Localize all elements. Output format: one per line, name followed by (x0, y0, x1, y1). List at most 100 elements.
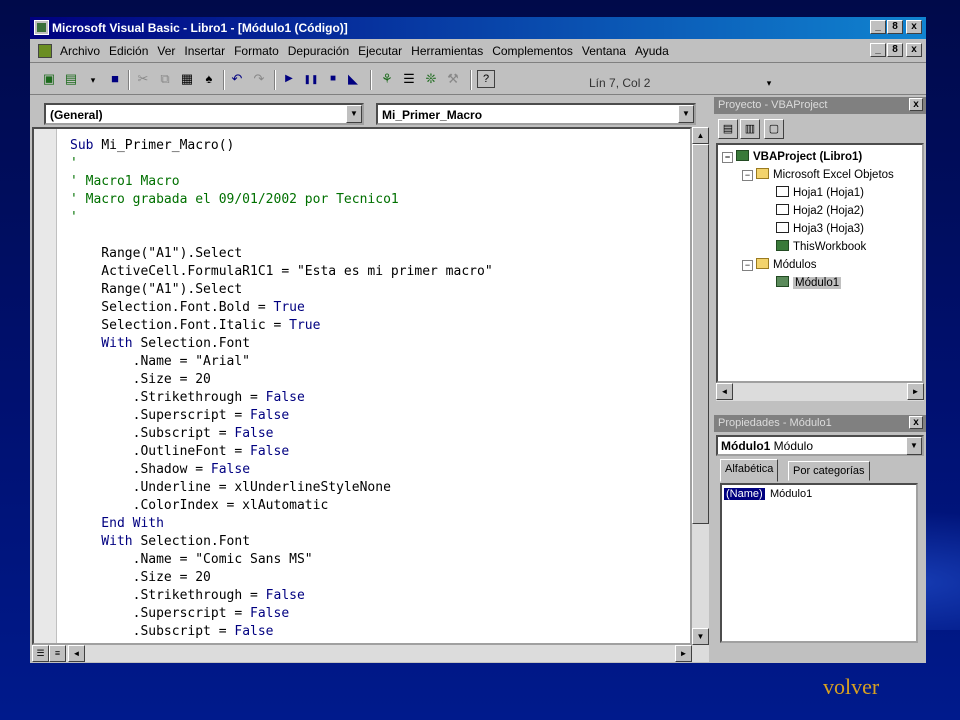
doc-minimize-button[interactable]: _ (870, 43, 886, 57)
tree-node-label: ThisWorkbook (793, 241, 867, 253)
properties-titlebar: Propiedades - Módulo1 x (714, 415, 926, 432)
code-token: .Superscript = (70, 408, 251, 423)
code-keyword: False (250, 444, 290, 459)
tree-node-modulos[interactable]: − Módulos (742, 258, 816, 271)
design-mode-icon[interactable]: ◣ (344, 70, 362, 88)
menu-edicion[interactable]: Edición (109, 44, 148, 58)
tree-node-modulo1[interactable]: Módulo1 (776, 276, 842, 289)
scroll-down-icon[interactable]: ▼ (692, 628, 709, 645)
volver-link[interactable]: volver (823, 674, 879, 700)
object-browser-icon[interactable]: ❊ (422, 70, 440, 88)
collapse-icon[interactable]: − (742, 260, 753, 271)
properties-close-button[interactable]: x (909, 416, 923, 429)
procedure-combo[interactable]: Mi_Primer_Macro ▼ (376, 103, 696, 125)
tree-node-thisworkbook[interactable]: ThisWorkbook (776, 240, 866, 253)
menu-complementos[interactable]: Complementos (492, 44, 573, 58)
menu-insertar[interactable]: Insertar (184, 44, 225, 58)
procedure-combo-arrow-icon[interactable]: ▼ (678, 105, 694, 123)
menu-formato[interactable]: Formato (234, 44, 279, 58)
object-combo[interactable]: (General) ▼ (44, 103, 364, 125)
tree-node-hoja1[interactable]: Hoja1 (Hoja1) (776, 186, 864, 199)
maximize-button[interactable]: 8 (887, 20, 903, 34)
scroll-left-icon[interactable]: ◄ (716, 383, 733, 400)
project-close-button[interactable]: x (909, 98, 923, 111)
menu-ventana[interactable]: Ventana (582, 44, 626, 58)
full-module-view-icon[interactable]: ≡ (49, 645, 66, 662)
scroll-right-icon[interactable]: ► (675, 645, 692, 662)
tree-node-vbaproject[interactable]: − VBAProject (Libro1) (722, 150, 862, 163)
menu-herramientas[interactable]: Herramientas (411, 44, 483, 58)
view-excel-icon[interactable]: ▣ (40, 70, 58, 88)
procedure-view-icon[interactable]: ☰ (32, 645, 49, 662)
code-token: Selection.Font (140, 534, 251, 549)
scroll-up-icon[interactable]: ▲ (692, 127, 709, 144)
redo-icon[interactable]: ↷ (250, 70, 268, 88)
property-name-value[interactable]: Módulo1 (770, 488, 812, 500)
close-button[interactable]: x (906, 20, 922, 34)
tree-node-label: Módulos (773, 259, 817, 271)
object-selector-combo[interactable]: Módulo1 Módulo ▼ (716, 435, 924, 456)
menu-ejecutar[interactable]: Ejecutar (358, 44, 402, 58)
code-line: Selection.Font.Bold = True (70, 299, 493, 317)
code-token: ActiveCell.FormulaR1C1 = "Esta es mi pri… (70, 264, 493, 279)
code-line: ' (70, 155, 493, 173)
break-icon[interactable]: ❚❚ (302, 70, 320, 88)
object-combo-arrow-icon[interactable]: ▼ (346, 105, 362, 123)
code-token: .Name = "Arial" (70, 354, 251, 369)
code-horizontal-scrollbar[interactable]: ☰ ≡ ◄ ► (32, 645, 709, 662)
code-keyword: End With (70, 516, 164, 531)
margin-indicator-bar[interactable] (34, 129, 57, 643)
tree-node-hoja3[interactable]: Hoja3 (Hoja3) (776, 222, 864, 235)
property-name-key[interactable]: (Name) (724, 488, 765, 500)
run-icon[interactable]: ▶ (280, 70, 298, 88)
toolbar-separator (128, 70, 130, 90)
doc-close-button[interactable]: x (906, 43, 922, 57)
find-icon[interactable]: ♠ (200, 70, 218, 88)
tree-horizontal-scrollbar[interactable]: ◄ ► (716, 383, 924, 401)
collapse-icon[interactable]: − (742, 170, 753, 181)
scroll-right-icon[interactable]: ► (907, 383, 924, 400)
help-icon[interactable]: ? (477, 70, 495, 88)
tab-por-categorias[interactable]: Por categorías (788, 461, 870, 481)
reset-icon[interactable]: ■ (324, 70, 342, 88)
code-keyword: False (250, 606, 290, 621)
menu-depuracion[interactable]: Depuración (288, 44, 349, 58)
minimize-button[interactable]: _ (870, 20, 886, 34)
code-window: (General) ▼ Mi_Primer_Macro ▼ Sub Mi_Pri… (32, 97, 709, 663)
code-line: .Strikethrough = False (70, 389, 493, 407)
insert-module-icon[interactable]: ▤ (62, 70, 80, 88)
code-vertical-scrollbar[interactable]: ▲ ▼ (692, 127, 709, 645)
toggle-folders-icon[interactable]: ▢ (764, 119, 784, 139)
code-line: .Superscript = False (70, 605, 493, 623)
menu-ver[interactable]: Ver (157, 44, 175, 58)
menu-ayuda[interactable]: Ayuda (635, 44, 669, 58)
scroll-thumb[interactable] (692, 144, 709, 524)
toolbox-icon[interactable]: ⚒ (444, 70, 462, 88)
tree-node-hoja2[interactable]: Hoja2 (Hoja2) (776, 204, 864, 217)
menu-archivo[interactable]: Archivo (60, 44, 100, 58)
code-editor[interactable]: Sub Mi_Primer_Macro() ' ' Macro1 Macro ' Ma… (32, 127, 692, 645)
vba-menu-icon[interactable] (38, 44, 52, 58)
object-combo-value: (General) (50, 108, 103, 122)
project-explorer-icon[interactable]: ⚘ (378, 70, 396, 88)
doc-restore-button[interactable]: 8 (887, 43, 903, 57)
code-line: .Size = 20 (70, 569, 493, 587)
save-icon[interactable]: ■ (106, 70, 124, 88)
view-code-icon[interactable]: ▤ (718, 119, 738, 139)
cut-icon[interactable]: ✂ (134, 70, 152, 88)
tree-node-excel-objects[interactable]: − Microsoft Excel Objetos (742, 168, 894, 181)
toolbar-options-arrow-icon[interactable]: ▾ (760, 74, 778, 92)
collapse-icon[interactable]: − (722, 152, 733, 163)
object-selector-arrow-icon[interactable]: ▼ (906, 437, 922, 455)
undo-icon[interactable]: ↶ (228, 70, 246, 88)
copy-icon[interactable]: ⧉ (156, 70, 174, 88)
view-object-icon[interactable]: ▥ (740, 119, 760, 139)
code-token: .Size = 20 (70, 570, 211, 585)
dropdown-arrow-icon[interactable]: ▾ (84, 70, 102, 88)
object-selector-name: Módulo1 (721, 439, 771, 453)
properties-window-icon[interactable]: ☰ (400, 70, 418, 88)
tab-alfabetica[interactable]: Alfabética (720, 459, 779, 482)
paste-icon[interactable]: ▦ (178, 70, 196, 88)
code-line: ActiveCell.FormulaR1C1 = "Esta es mi pri… (70, 263, 493, 281)
scroll-left-icon[interactable]: ◄ (68, 645, 85, 662)
